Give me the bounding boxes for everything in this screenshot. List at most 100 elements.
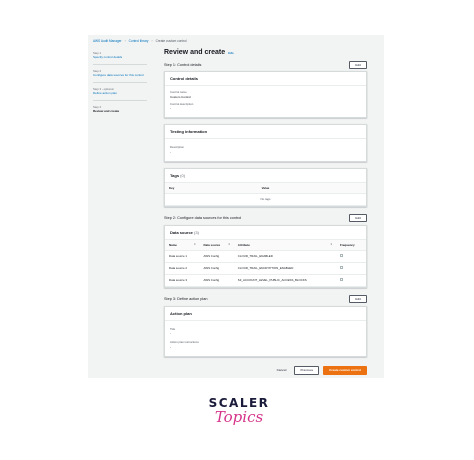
data-source-title: Data source	[170, 229, 193, 235]
page-title: Review and create Info	[164, 49, 367, 56]
wizard-step-3: Step 3 - optional Define action plan	[93, 87, 151, 95]
action-plan-title-field: Title -	[170, 327, 361, 336]
tags-card: Tags (0) Key Value No tags	[164, 167, 367, 207]
field-label: Control description	[170, 101, 194, 106]
column-header-label: Name	[169, 242, 177, 247]
cell-attribute: S3_ACCOUNT_LEVEL_PUBLIC_ACCESS_BLOCKS	[233, 274, 336, 287]
step-label-current: Review and create	[93, 109, 120, 113]
tags-table: Key Value No tags	[165, 182, 366, 206]
field-label: Title	[170, 326, 176, 331]
step-link[interactable]: Specify control details	[93, 55, 151, 59]
divider	[93, 64, 147, 65]
field-label: Description	[170, 145, 184, 149]
info-link[interactable]: Info	[228, 51, 234, 55]
frequency-empty-icon	[339, 278, 343, 281]
field-value: -	[170, 149, 171, 154]
create-custom-control-button[interactable]: Create custom control	[323, 365, 367, 375]
page-title-text: Review and create	[164, 49, 226, 56]
description-field: Description -	[170, 145, 361, 154]
logo-line2: Topics	[214, 408, 264, 426]
card-title: Control details	[165, 72, 366, 86]
divider	[93, 100, 147, 101]
table-row: Data source 2 AWS Config CLOUD_TRAIL_ENC…	[165, 262, 366, 275]
column-header-value: Value	[257, 182, 366, 194]
frequency-empty-icon	[339, 266, 343, 269]
action-plan-instructions-field: Action plan instructions -	[170, 340, 361, 349]
wizard-step-2: Step 2 Configure data sources for this c…	[93, 69, 151, 77]
chevron-right-icon: ›	[124, 39, 126, 43]
breadcrumb-current: Create custom control	[155, 39, 187, 43]
control-details-card: Control details Control name Custom Cont…	[164, 71, 367, 118]
cell-source: AWS Config	[199, 274, 234, 287]
cell-source: AWS Config	[199, 262, 234, 275]
control-name-field: Control name Custom Control	[170, 90, 361, 99]
action-plan-card: Action plan Title - Action plan instruct…	[164, 305, 367, 357]
wizard-step-4: Step 4 Review and create	[93, 105, 151, 113]
step3-heading: Step 3: Define action plan	[164, 297, 208, 301]
previous-button[interactable]: Previous	[294, 365, 320, 375]
field-label: Control name	[170, 90, 187, 94]
data-source-count: (3)	[194, 229, 199, 235]
card-title: Action plan	[165, 307, 366, 321]
field-value: -	[170, 344, 171, 349]
wizard-steps: Step 1 Specify control details Step 2 Co…	[93, 51, 151, 118]
tags-title: Tags	[170, 172, 180, 178]
tags-count: (0)	[180, 172, 186, 178]
data-source-card: Data source (3) Name ▾ Data source ▾ Attri…	[164, 224, 367, 288]
data-source-table: Name ▾ Data source ▾ Attribute ▾ Frequency …	[165, 239, 366, 287]
breadcrumb-audit-manager[interactable]: AWS Audit Manager	[93, 39, 122, 43]
field-value: Custom Control	[170, 94, 191, 99]
wizard-step-1: Step 1 Specify control details	[93, 51, 151, 59]
empty-row: No tags	[165, 193, 366, 206]
step-link[interactable]: Configure data sources for this control	[93, 73, 151, 77]
step2-header: Step 2: Configure data sources for this …	[164, 214, 367, 222]
main-content: Review and create Info Step 1: Control d…	[164, 49, 367, 375]
cell-attribute: CLOUD_TRAIL_ENABLED	[233, 250, 336, 263]
cell-name: Data source 3	[165, 274, 200, 287]
console-frame: AWS Audit Manager › Control library › Cr…	[88, 35, 384, 378]
step-link[interactable]: Define action plan	[93, 91, 151, 95]
scaler-topics-logo: SCALER Topics	[199, 396, 279, 440]
cell-frequency	[335, 250, 366, 263]
table-row: Data source 3 AWS Config S3_ACCOUNT_LEVE…	[165, 274, 366, 287]
empty-message: No tags	[165, 193, 366, 206]
breadcrumb-control-library[interactable]: Control library	[129, 39, 149, 43]
testing-information-card: Testing information Description -	[164, 124, 367, 162]
step2-heading: Step 2: Configure data sources for this …	[164, 216, 242, 220]
step2-edit-button[interactable]: Edit	[349, 214, 367, 222]
sort-icon: ▾	[194, 242, 196, 246]
column-header-key: Key	[165, 182, 258, 194]
wizard-footer: Cancel Previous Create custom control	[164, 365, 367, 375]
column-header-attribute[interactable]: Attribute ▾	[233, 239, 336, 251]
divider	[93, 82, 147, 83]
column-header-name[interactable]: Name ▾	[165, 239, 200, 251]
field-label: Action plan instructions	[170, 340, 199, 344]
column-header-label: Attribute	[237, 242, 250, 247]
field-value: -	[170, 331, 171, 335]
sort-icon: ▾	[330, 242, 332, 246]
cell-frequency	[335, 274, 366, 287]
breadcrumb: AWS Audit Manager › Control library › Cr…	[93, 39, 187, 43]
step1-header: Step 1: Control details Edit	[164, 60, 367, 69]
cancel-button[interactable]: Cancel	[273, 367, 291, 374]
step3-header: Step 3: Define action plan Edit	[164, 295, 367, 303]
cell-source: AWS Config	[199, 250, 234, 263]
step1-edit-button[interactable]: Edit	[349, 60, 367, 69]
cell-attribute: CLOUD_TRAIL_ENCRYPTION_ENABLED	[233, 262, 336, 275]
card-title: Tags (0)	[165, 169, 366, 183]
card-title: Data source (3)	[165, 226, 366, 240]
cell-name: Data source 1	[165, 250, 200, 263]
frequency-empty-icon	[339, 254, 343, 257]
step1-heading: Step 1: Control details	[164, 62, 202, 67]
step3-edit-button[interactable]: Edit	[349, 295, 367, 303]
card-title: Testing information	[165, 125, 366, 139]
cell-name: Data source 2	[165, 262, 200, 275]
control-description-field: Control description -	[170, 102, 361, 111]
table-row: Data source 1 AWS Config CLOUD_TRAIL_ENA…	[165, 250, 366, 263]
column-header-label: Data source	[203, 242, 221, 247]
sort-icon: ▾	[228, 242, 230, 246]
column-header-frequency: Frequency	[335, 239, 366, 251]
chevron-right-icon: ›	[151, 39, 153, 43]
column-header-source[interactable]: Data source ▾	[199, 239, 234, 251]
field-value: -	[170, 106, 171, 110]
